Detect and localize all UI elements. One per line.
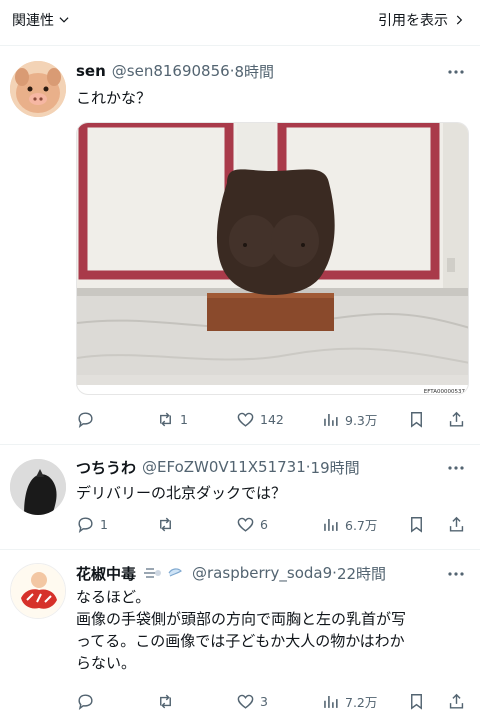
- display-name[interactable]: sen: [76, 62, 106, 80]
- bookmark-button[interactable]: [407, 515, 447, 534]
- timestamp[interactable]: 8時間: [234, 61, 274, 82]
- tweet-text-line: なるほど。: [76, 588, 151, 606]
- tweet-header: つちうわ @EFoZW0V11X51731 · 19時間: [76, 456, 440, 478]
- like-count: 3: [260, 693, 268, 709]
- tweet-text: なるほど。 画像の手袋側が頭部の方向で両胸と左の乳首が写 ってる。この画像では子…: [76, 586, 466, 674]
- views-icon: [324, 518, 338, 531]
- chevron-down-icon: [59, 17, 69, 23]
- tweet[interactable]: sen @sen81690856 · 8時間 これかな？ EFTA0000053…: [0, 47, 480, 445]
- tweet-header: 花椒中毒 @raspberry_soda9 · 22時間: [76, 562, 440, 584]
- tweet[interactable]: つちうわ @EFoZW0V11X51731 · 19時間 デリバリーの北京ダック…: [0, 446, 480, 550]
- like-count: 142: [260, 411, 284, 427]
- action-bar: 3 7.2万: [76, 690, 466, 712]
- tweet-text: これかな？: [76, 89, 152, 107]
- bust-sculpture-image: EFTA00000537: [77, 123, 468, 395]
- share-icon: [449, 516, 464, 532]
- like-icon: [237, 694, 254, 709]
- reply-button[interactable]: 1: [76, 515, 156, 534]
- pig-avatar-image: [10, 61, 66, 117]
- share-icon: [449, 693, 464, 709]
- views-button[interactable]: 7.2万: [321, 692, 407, 711]
- avatar[interactable]: [10, 61, 66, 117]
- like-button[interactable]: 3: [236, 692, 321, 711]
- reply-button[interactable]: [76, 692, 156, 711]
- emoji-wind-icon: [168, 568, 182, 577]
- view-quotes-link[interactable]: 引用を表示: [378, 10, 466, 30]
- repost-icon: [160, 517, 171, 531]
- more-icon[interactable]: [446, 461, 466, 475]
- like-button[interactable]: 142: [236, 410, 321, 429]
- bookmark-button[interactable]: [407, 410, 447, 429]
- more-icon[interactable]: [446, 567, 466, 581]
- view-count: 7.2万: [345, 694, 378, 710]
- bookmark-icon: [411, 516, 422, 533]
- display-name[interactable]: つちうわ: [76, 457, 136, 478]
- timestamp[interactable]: 19時間: [311, 457, 360, 478]
- tweet-text: デリバリーの北京ダックでは？: [76, 484, 287, 502]
- view-count: 9.3万: [345, 412, 378, 428]
- reply-icon: [78, 516, 93, 533]
- reply-button[interactable]: [76, 410, 156, 429]
- user-handle[interactable]: @sen81690856: [112, 62, 230, 80]
- views-icon: [324, 413, 338, 426]
- views-button[interactable]: 9.3万: [321, 410, 407, 429]
- sort-dropdown[interactable]: 関連性: [12, 10, 71, 30]
- more-icon[interactable]: [446, 65, 466, 79]
- user-handle[interactable]: @EFoZW0V11X51731: [142, 458, 306, 476]
- user-handle[interactable]: @raspberry_soda9: [192, 564, 332, 582]
- share-icon: [449, 411, 464, 427]
- action-bar: 1 142 9.3万: [76, 408, 466, 430]
- like-icon: [237, 412, 254, 427]
- share-button[interactable]: [447, 515, 466, 534]
- image-caption: EFTA00000537: [424, 389, 466, 395]
- tweet[interactable]: 花椒中毒 @raspberry_soda9 · 22時間 なるほど。 画像の手袋…: [0, 551, 480, 723]
- repost-button[interactable]: 1: [156, 410, 236, 429]
- display-name[interactable]: 花椒中毒: [76, 563, 136, 584]
- tweet-text-line: ってる。この画像では子どもか大人の物かはわか: [76, 632, 405, 650]
- sort-label: 関連性: [12, 13, 54, 29]
- tweet-header: sen @sen81690856 · 8時間: [76, 60, 440, 82]
- like-button[interactable]: 6: [236, 515, 321, 534]
- tweet-image[interactable]: EFTA00000537: [76, 122, 469, 395]
- timestamp[interactable]: 22時間: [337, 563, 386, 584]
- like-icon: [237, 517, 254, 532]
- top-bar: 関連性 引用を表示: [0, 0, 480, 46]
- tweet-text-line: らない。: [76, 654, 137, 672]
- reply-icon: [78, 411, 93, 428]
- avatar[interactable]: [10, 563, 66, 619]
- like-count: 6: [260, 516, 268, 532]
- views-button[interactable]: 6.7万: [321, 515, 407, 534]
- repost-icon: [160, 694, 171, 708]
- reply-icon: [78, 693, 93, 710]
- tweet-text-line: 画像の手袋側が頭部の方向で両胸と左の乳首が写: [76, 610, 407, 628]
- share-button[interactable]: [447, 692, 466, 711]
- repost-button[interactable]: [156, 692, 236, 711]
- action-bar: 1 6 6.7万: [76, 513, 466, 535]
- chevron-right-icon: [456, 15, 463, 25]
- views-icon: [324, 695, 338, 708]
- avatar[interactable]: [10, 459, 66, 515]
- view-count: 6.7万: [345, 517, 378, 533]
- repost-icon: [160, 412, 171, 426]
- avatar-image: [11, 564, 65, 618]
- bookmark-icon: [411, 411, 422, 428]
- bookmark-button[interactable]: [407, 692, 447, 711]
- repost-count: 1: [180, 411, 188, 427]
- avatar-image: [10, 459, 66, 515]
- repost-button[interactable]: [156, 515, 236, 534]
- share-button[interactable]: [447, 410, 466, 429]
- reply-count: 1: [100, 516, 108, 532]
- emoji-dash-icon: [144, 568, 162, 578]
- bookmark-icon: [411, 693, 422, 710]
- view-quotes-label: 引用を表示: [378, 13, 448, 29]
